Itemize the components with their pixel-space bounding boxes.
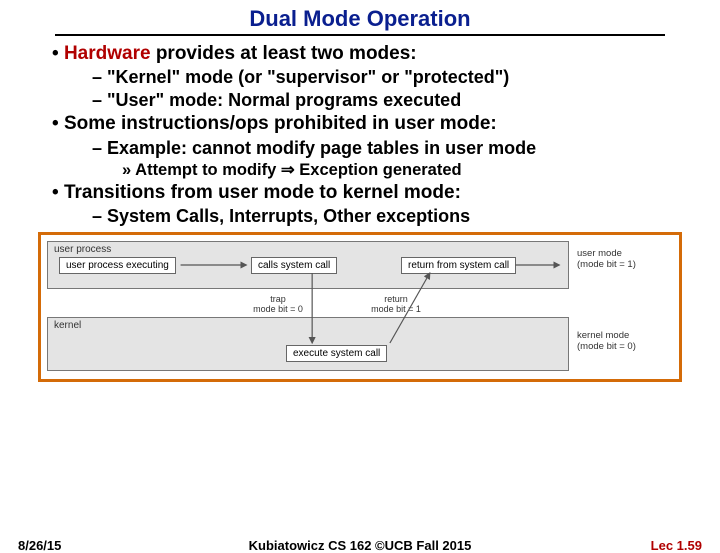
- footer-lecture: Lec 1.59: [651, 538, 702, 553]
- box-exec-syscall: execute system call: [286, 345, 387, 362]
- user-panel-label: user process: [54, 244, 111, 255]
- box-calls-syscall: calls system call: [251, 257, 337, 274]
- user-side-label: user mode(mode bit = 1): [577, 249, 675, 270]
- b1-rest: provides at least two modes:: [151, 43, 417, 64]
- sub-2a2: Attempt to modify ⇒ Exception generated: [122, 160, 680, 181]
- slide-body: Hardware provides at least two modes: "K…: [0, 42, 720, 228]
- bullet-2: Some instructions/ops prohibited in user…: [52, 112, 680, 136]
- bullet-1: Hardware provides at least two modes:: [52, 42, 680, 66]
- kernel-panel-label: kernel: [54, 320, 81, 331]
- sub-3a: System Calls, Interrupts, Other exceptio…: [92, 205, 680, 228]
- kernel-side-label: kernel mode(mode bit = 0): [577, 331, 675, 352]
- sub-1b: "User" mode: Normal programs executed: [92, 89, 680, 112]
- label-return: returnmode bit = 1: [361, 295, 431, 314]
- bullet-3: Transitions from user mode to kernel mod…: [52, 181, 680, 205]
- box-user-exec: user process executing: [59, 257, 176, 274]
- label-trap: trapmode bit = 0: [243, 295, 313, 314]
- mode-diagram: user process kernel user mode(mode bit =…: [38, 232, 682, 382]
- box-return-syscall: return from system call: [401, 257, 516, 274]
- slide-title: Dual Mode Operation: [0, 6, 720, 32]
- hw-word: Hardware: [64, 43, 151, 64]
- kernel-panel: kernel: [47, 317, 569, 371]
- sub-1a: "Kernel" mode (or "supervisor" or "prote…: [92, 66, 680, 89]
- title-rule: [55, 34, 665, 36]
- sub-2a: Example: cannot modify page tables in us…: [92, 137, 680, 160]
- footer-course: Kubiatowicz CS 162 ©UCB Fall 2015: [0, 538, 720, 553]
